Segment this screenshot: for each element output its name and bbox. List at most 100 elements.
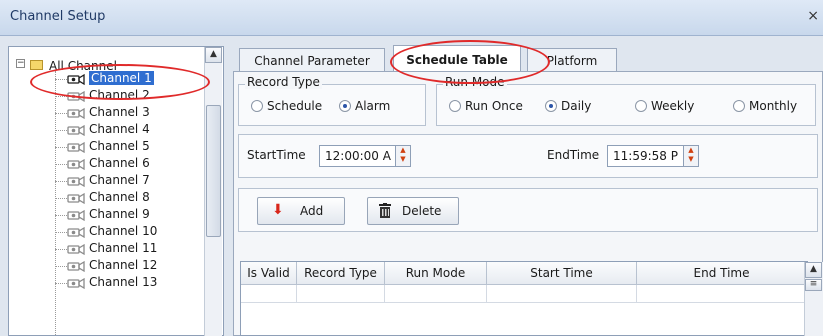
table-cell[interactable] bbox=[385, 285, 487, 303]
tree-item-label: Channel 5 bbox=[89, 139, 150, 153]
radio-dot-checked bbox=[339, 100, 351, 112]
start-time-field[interactable]: 12:00:00 A ▲ ▼ bbox=[319, 145, 411, 167]
camera-icon bbox=[67, 209, 85, 222]
tree-item-label: Channel 3 bbox=[89, 105, 150, 119]
tree-item[interactable]: Channel 10 bbox=[9, 224, 205, 241]
tree-item-label: Channel 13 bbox=[89, 275, 158, 289]
end-time-value: 11:59:58 P bbox=[613, 149, 678, 163]
radio-alarm[interactable]: Alarm bbox=[339, 99, 390, 113]
add-button-label: Add bbox=[300, 204, 324, 218]
trash-icon bbox=[378, 203, 392, 222]
column-header[interactable]: Run Mode bbox=[385, 262, 487, 285]
tree-connector bbox=[55, 198, 67, 199]
tree-connector bbox=[55, 147, 67, 148]
radio-schedule-label: Schedule bbox=[267, 99, 323, 113]
radio-alarm-label: Alarm bbox=[355, 99, 391, 113]
tree-item[interactable]: Channel 4 bbox=[9, 122, 205, 139]
radio-monthly[interactable]: Monthly bbox=[733, 99, 797, 113]
tree-connector bbox=[55, 113, 67, 114]
tree-item[interactable]: Channel 8 bbox=[9, 190, 205, 207]
column-header[interactable]: Is Valid bbox=[241, 262, 297, 285]
window-title: Channel Setup bbox=[10, 9, 106, 24]
tree-scrollbar[interactable]: ▲ bbox=[204, 47, 222, 336]
tree-item[interactable]: Channel 6 bbox=[9, 156, 205, 173]
tree-item-label: Channel 7 bbox=[89, 173, 150, 187]
annotation-ellipse bbox=[30, 64, 210, 100]
title-bar: Channel Setup × bbox=[0, 0, 823, 36]
tree-connector bbox=[55, 164, 67, 165]
tree-item-label: Channel 6 bbox=[89, 156, 150, 170]
column-header[interactable]: Record Type bbox=[297, 262, 385, 285]
run-mode-group: Run Mode Run Once Daily Weekly Monthly bbox=[436, 75, 816, 126]
folder-icon bbox=[30, 60, 43, 70]
record-type-legend: Record Type bbox=[245, 75, 322, 89]
tree-connector bbox=[55, 215, 67, 216]
camera-icon bbox=[67, 277, 85, 290]
radio-monthly-label: Monthly bbox=[749, 99, 798, 113]
tree-item[interactable]: Channel 5 bbox=[9, 139, 205, 156]
tree-connector bbox=[55, 266, 67, 267]
delete-button[interactable]: Delete bbox=[367, 197, 459, 225]
start-time-value: 12:00:00 A bbox=[325, 149, 391, 163]
end-time-field[interactable]: 11:59:58 P ▲ ▼ bbox=[607, 145, 699, 167]
annotation-ellipse bbox=[390, 40, 550, 84]
button-group: ⬇ Add Delete bbox=[238, 188, 818, 232]
camera-icon bbox=[67, 226, 85, 239]
tree-item[interactable]: Channel 7 bbox=[9, 173, 205, 190]
radio-daily[interactable]: Daily bbox=[545, 99, 591, 113]
scroll-thumb[interactable]: ≡ bbox=[805, 279, 822, 291]
radio-dot bbox=[251, 100, 263, 112]
radio-dot-checked bbox=[545, 100, 557, 112]
tree-item-label: Channel 11 bbox=[89, 241, 158, 255]
camera-icon bbox=[67, 243, 85, 256]
camera-icon bbox=[67, 260, 85, 273]
tree-item-label: Channel 12 bbox=[89, 258, 158, 272]
radio-dot bbox=[449, 100, 461, 112]
table-cell[interactable] bbox=[241, 285, 297, 303]
camera-icon bbox=[67, 192, 85, 205]
tree-connector bbox=[55, 181, 67, 182]
tree-item[interactable]: Channel 3 bbox=[9, 105, 205, 122]
tree-item[interactable]: Channel 11 bbox=[9, 241, 205, 258]
tab-channel-parameter[interactable]: Channel Parameter bbox=[239, 48, 385, 72]
table-cell[interactable] bbox=[487, 285, 637, 303]
radio-weekly-label: Weekly bbox=[651, 99, 695, 113]
spinner-icon[interactable]: ▲ ▼ bbox=[395, 146, 410, 166]
column-header[interactable]: End Time bbox=[637, 262, 807, 285]
down-arrow-icon: ⬇ bbox=[272, 202, 284, 218]
column-header[interactable]: Start Time bbox=[487, 262, 637, 285]
camera-icon bbox=[67, 158, 85, 171]
collapse-icon[interactable]: − bbox=[16, 59, 25, 68]
radio-schedule[interactable]: Schedule bbox=[251, 99, 322, 113]
radio-daily-label: Daily bbox=[561, 99, 592, 113]
tree-item-label: Channel 8 bbox=[89, 190, 150, 204]
tree-item-label: Channel 9 bbox=[89, 207, 150, 221]
camera-icon bbox=[67, 175, 85, 188]
scroll-up-icon[interactable]: ▲ bbox=[805, 262, 822, 278]
tree-connector bbox=[55, 232, 67, 233]
camera-icon bbox=[67, 107, 85, 120]
tree-connector bbox=[55, 130, 67, 131]
end-time-label: EndTime bbox=[547, 148, 600, 162]
scroll-thumb[interactable] bbox=[206, 105, 221, 237]
table-scrollbar[interactable]: ▲ ≡ bbox=[804, 262, 823, 336]
radio-dot bbox=[635, 100, 647, 112]
radio-weekly[interactable]: Weekly bbox=[635, 99, 694, 113]
radio-run-once[interactable]: Run Once bbox=[449, 99, 523, 113]
add-button[interactable]: ⬇ Add bbox=[257, 197, 345, 225]
record-type-group: Record Type Schedule Alarm bbox=[238, 75, 426, 126]
tree-connector bbox=[55, 283, 67, 284]
spinner-icon[interactable]: ▲ ▼ bbox=[683, 146, 698, 166]
scroll-up-icon[interactable]: ▲ bbox=[205, 47, 222, 63]
camera-icon bbox=[67, 124, 85, 137]
camera-icon bbox=[67, 141, 85, 154]
close-icon[interactable]: × bbox=[807, 8, 819, 24]
tree-item[interactable]: Channel 9 bbox=[9, 207, 205, 224]
table-cell[interactable] bbox=[297, 285, 385, 303]
tree-item-label: Channel 4 bbox=[89, 122, 150, 136]
delete-button-label: Delete bbox=[402, 204, 442, 218]
radio-run-once-label: Run Once bbox=[465, 99, 523, 113]
table-cell[interactable] bbox=[637, 285, 807, 303]
tree-item[interactable]: Channel 12 bbox=[9, 258, 205, 275]
tree-item[interactable]: Channel 13 bbox=[9, 275, 205, 292]
